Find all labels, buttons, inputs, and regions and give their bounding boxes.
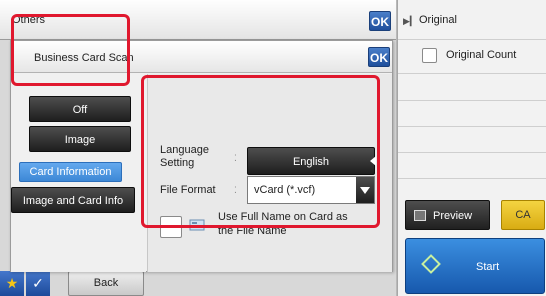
image-button[interactable]: Image — [29, 126, 131, 152]
start-icon — [421, 254, 441, 274]
divider — [398, 126, 546, 127]
start-button[interactable]: Start — [405, 238, 545, 294]
checkmark-icon[interactable]: ✓ — [26, 271, 50, 296]
right-panel: ▶▎ Original Original Count Preview CA St… — [397, 0, 546, 296]
favorite-star-icon[interactable]: ★ — [0, 271, 24, 296]
mode-column: Off Image Card Information Image and Car… — [11, 74, 146, 272]
back-button[interactable]: Back — [68, 271, 144, 296]
original-count-label: Original Count — [446, 49, 517, 61]
divider — [398, 178, 546, 179]
divider — [398, 152, 546, 153]
off-button[interactable]: Off — [29, 96, 131, 122]
image-and-card-info-button[interactable]: Image and Card Info — [11, 187, 135, 213]
ca-button[interactable]: CA — [501, 200, 545, 230]
original-count-row[interactable]: Original Count — [398, 40, 546, 74]
card-information-button[interactable]: Card Information — [19, 162, 122, 182]
start-label: Start — [476, 261, 500, 273]
expand-arrow-icon[interactable]: ▶▎ — [403, 16, 417, 27]
original-label: Original — [419, 14, 457, 26]
divider — [398, 100, 546, 101]
original-count-checkbox[interactable] — [422, 48, 437, 63]
dialog-ok-button[interactable]: OK — [368, 47, 390, 67]
preview-label: Preview — [433, 210, 473, 222]
others-ok-button[interactable]: OK — [369, 11, 391, 31]
original-header[interactable]: ▶▎ Original — [398, 0, 546, 40]
highlight-box-mode-buttons — [11, 14, 130, 86]
preview-button[interactable]: Preview — [405, 200, 490, 230]
highlight-box-settings — [141, 75, 380, 228]
preview-icon — [414, 210, 426, 221]
